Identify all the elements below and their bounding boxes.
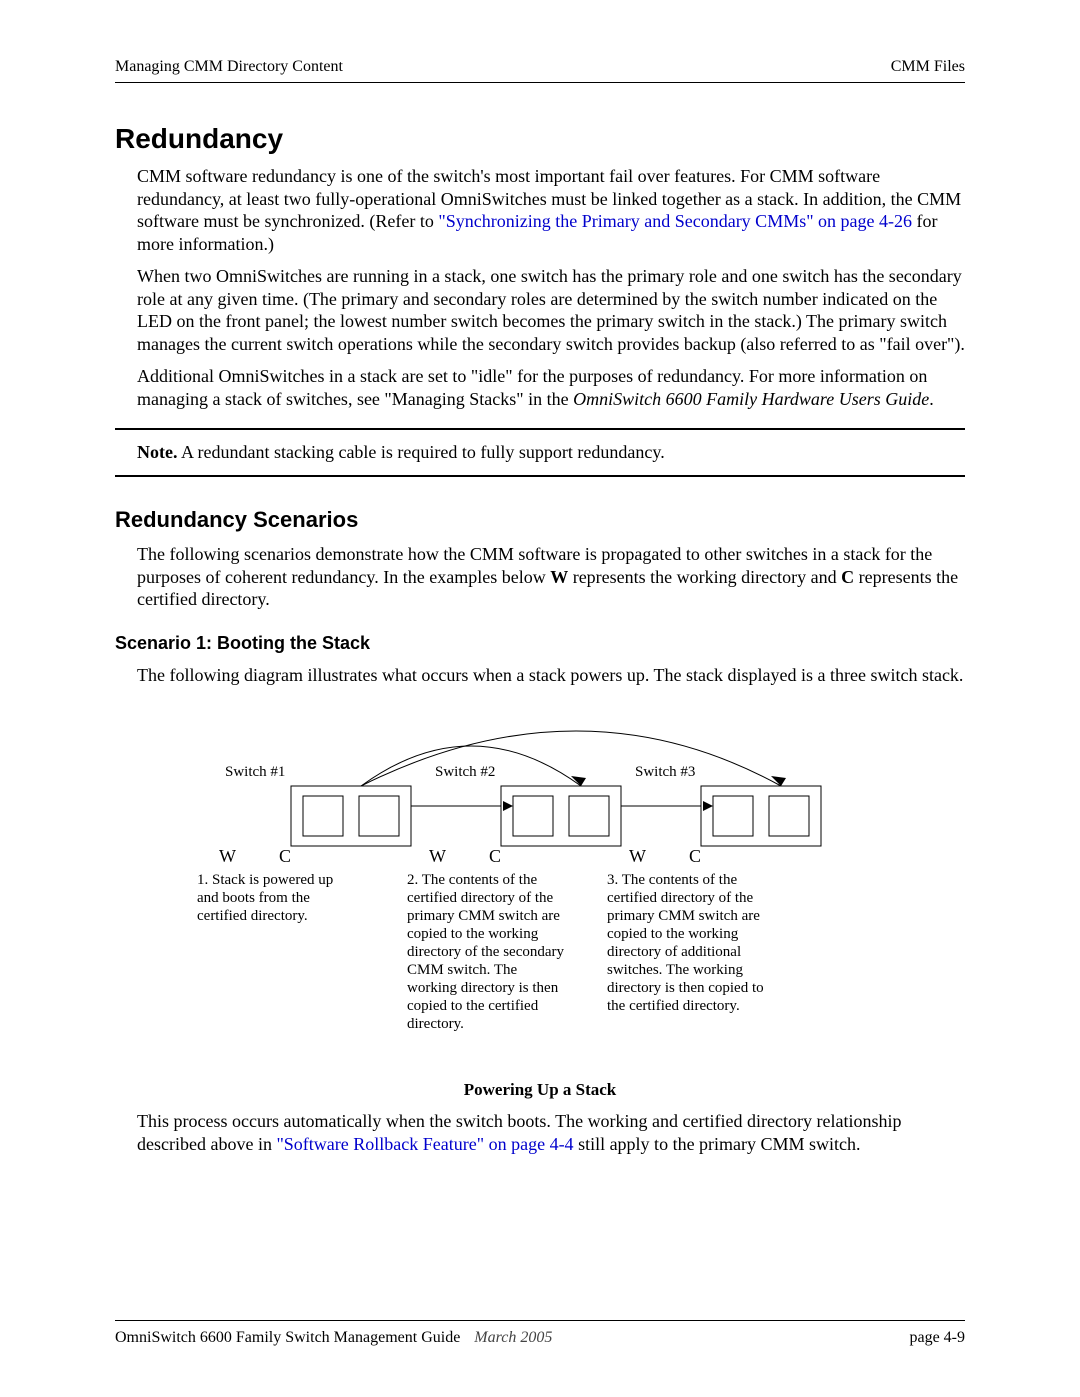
footer-date: March 2005 <box>474 1329 552 1347</box>
sw3-c: C <box>689 846 701 867</box>
link-sync-cmms[interactable]: "Synchronizing the Primary and Secondary… <box>438 211 912 231</box>
footer-page: page 4-9 <box>909 1329 965 1347</box>
sw3-w: W <box>629 846 646 867</box>
paragraph-2: When two OmniSwitches are running in a s… <box>137 265 965 355</box>
header-right: CMM Files <box>891 58 965 76</box>
p3-italic: OmniSwitch 6600 Family Hardware Users Gu… <box>573 389 929 409</box>
caption-2: 2. The contents of the certified directo… <box>407 871 567 1033</box>
sw1-w: W <box>219 846 236 867</box>
diagram-svg <box>231 716 871 856</box>
note-block: Note. A redundant stacking cable is requ… <box>115 428 965 477</box>
figure-title: Powering Up a Stack <box>115 1080 965 1100</box>
sw2-c: C <box>489 846 501 867</box>
switch2-label: Switch #2 <box>435 764 495 781</box>
footer-guide: OmniSwitch 6600 Family Switch Management… <box>115 1329 460 1347</box>
note-text: A redundant stacking cable is required t… <box>177 442 664 462</box>
caption-3: 3. The contents of the certified directo… <box>607 871 767 1015</box>
p4-mid: represents the working directory and <box>568 567 841 587</box>
p4-bold-c: C <box>841 567 854 587</box>
scenario-title: Scenario 1: Booting the Stack <box>115 633 965 654</box>
subsection-title: Redundancy Scenarios <box>115 507 965 533</box>
sw2-w: W <box>429 846 446 867</box>
p3-post: . <box>929 389 934 409</box>
section-title: Redundancy <box>115 123 965 155</box>
page-footer: OmniSwitch 6600 Family Switch Management… <box>115 1320 965 1347</box>
diagram: Switch #1 Switch #2 Switch #3 W C W C W … <box>137 716 965 1076</box>
p4-bold-w: W <box>550 567 568 587</box>
paragraph-4: The following scenarios demonstrate how … <box>137 543 965 611</box>
caption-1: 1. Stack is powered up and boots from th… <box>197 871 357 925</box>
note-label: Note. <box>137 442 177 462</box>
switch1-label: Switch #1 <box>225 764 285 781</box>
paragraph-5: The following diagram illustrates what o… <box>137 664 965 687</box>
paragraph-3: Additional OmniSwitches in a stack are s… <box>137 365 965 410</box>
page-header: Managing CMM Directory Content CMM Files <box>115 58 965 83</box>
paragraph-6: This process occurs automatically when t… <box>137 1110 965 1155</box>
page: Managing CMM Directory Content CMM Files… <box>0 0 1080 1397</box>
header-left: Managing CMM Directory Content <box>115 58 343 76</box>
sw1-c: C <box>279 846 291 867</box>
switch3-label: Switch #3 <box>635 764 695 781</box>
link-rollback[interactable]: "Software Rollback Feature" on page 4-4 <box>276 1134 573 1154</box>
p6-post: still apply to the primary CMM switch. <box>574 1134 861 1154</box>
paragraph-1: CMM software redundancy is one of the sw… <box>137 165 965 255</box>
